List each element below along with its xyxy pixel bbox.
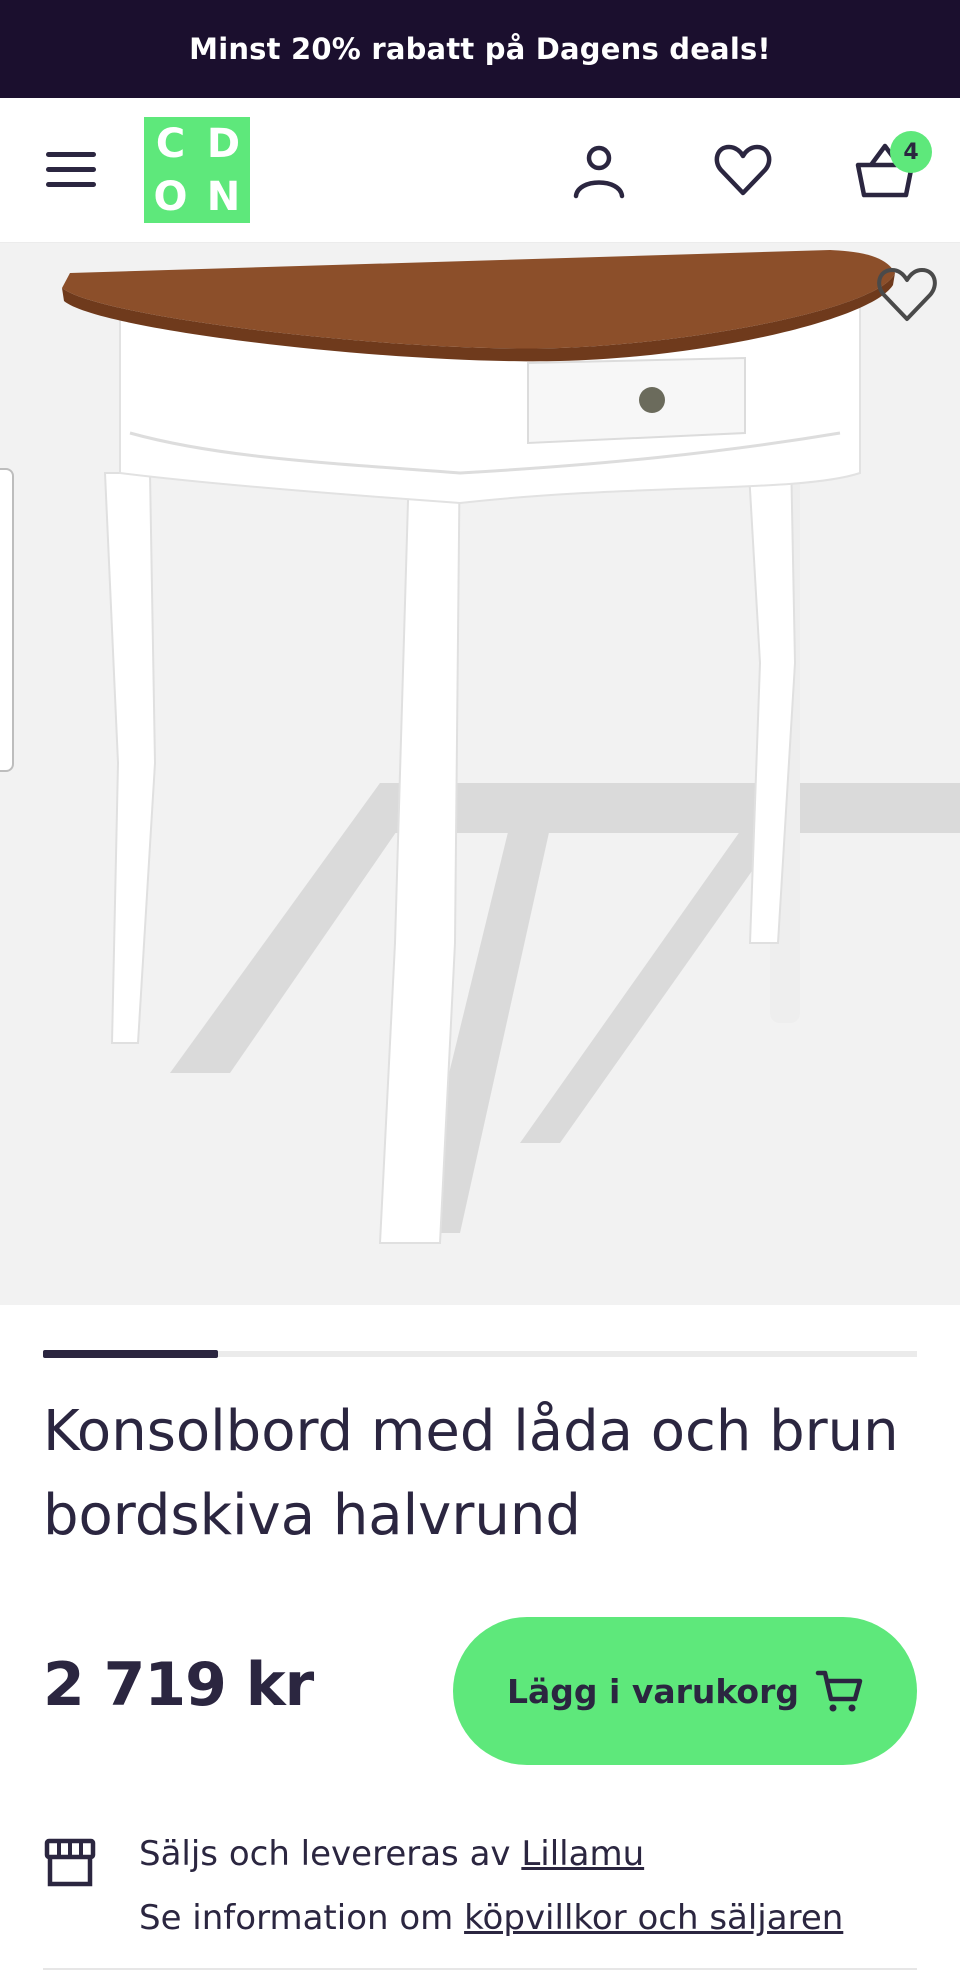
product-title: Konsolbord med låda och brun bordskiva h… bbox=[43, 1399, 899, 1548]
seller-info: Säljs och levereras av Lillamu bbox=[139, 1834, 644, 1874]
terms-prefix: Se information om bbox=[139, 1898, 465, 1938]
add-to-wishlist-icon[interactable] bbox=[875, 262, 939, 326]
seller-prefix: Säljs och levereras av bbox=[139, 1834, 522, 1874]
promo-text: Minst 20% rabatt på Dagens deals! bbox=[189, 32, 771, 66]
user-icon[interactable] bbox=[569, 140, 629, 200]
promo-banner[interactable]: Minst 20% rabatt på Dagens deals! bbox=[0, 0, 960, 98]
seller-link[interactable]: Lillamu bbox=[521, 1834, 644, 1874]
gallery-side-tab[interactable] bbox=[0, 468, 14, 772]
divider bbox=[43, 1968, 917, 1970]
terms-link[interactable]: köpvillkor och säljaren bbox=[464, 1898, 843, 1938]
carousel-indicator bbox=[43, 1350, 218, 1358]
product-image-gallery[interactable] bbox=[0, 243, 960, 1305]
store-icon bbox=[44, 1838, 96, 1887]
logo-letter-c: C bbox=[155, 120, 186, 167]
add-to-cart-button[interactable]: Lägg i varukorg bbox=[453, 1617, 917, 1765]
add-to-cart-label: Lägg i varukorg bbox=[506, 1671, 799, 1711]
heart-icon[interactable] bbox=[713, 140, 773, 200]
logo-letter-o: O bbox=[153, 173, 188, 220]
product-image bbox=[62, 250, 960, 1244]
logo-letter-d: D bbox=[206, 120, 241, 167]
terms-info: Se information om köpvillkor och säljare… bbox=[139, 1898, 843, 1938]
logo-letter-n: N bbox=[206, 173, 241, 220]
cart-count-badge: 4 bbox=[890, 131, 932, 173]
cart-icon bbox=[815, 1670, 863, 1712]
menu-icon[interactable] bbox=[46, 148, 98, 190]
site-header: C D O N bbox=[0, 98, 960, 243]
cdon-logo[interactable]: C D O N bbox=[144, 117, 250, 223]
product-price: 2 719 kr bbox=[43, 1650, 314, 1720]
